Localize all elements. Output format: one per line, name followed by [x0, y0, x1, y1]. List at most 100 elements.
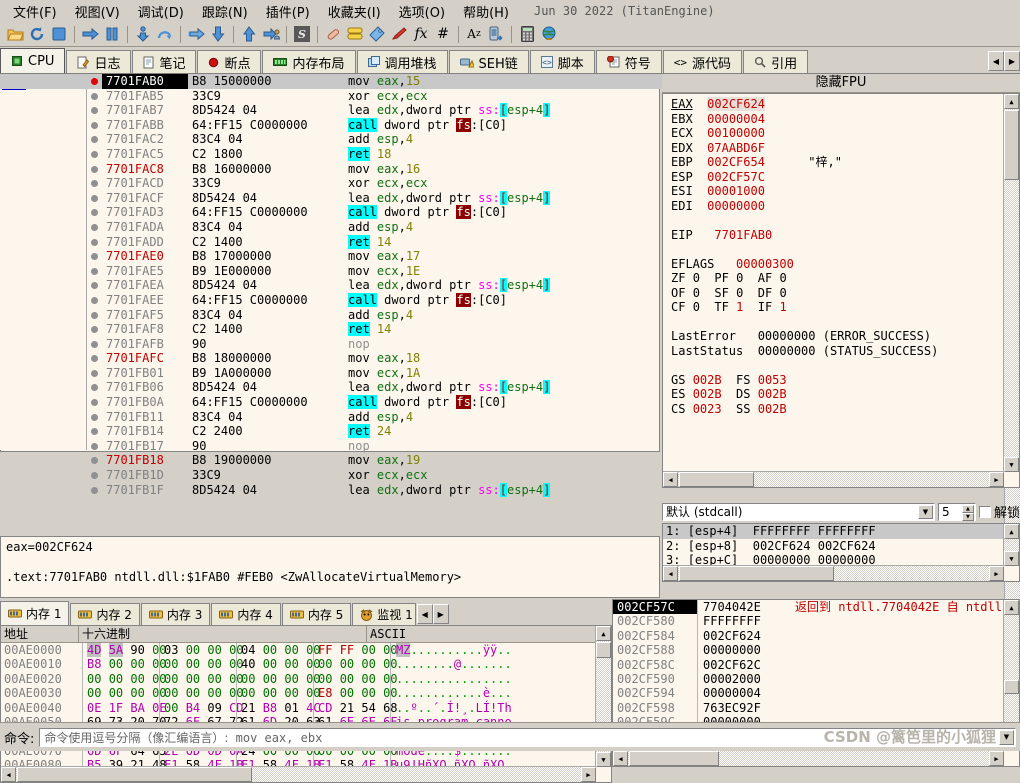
memory-byte[interactable]: 00 — [241, 686, 255, 700]
scroll-up-button[interactable]: ▲ — [1004, 600, 1019, 615]
row-instruction[interactable]: mov eax,15 — [342, 74, 1005, 89]
memory-hex-group[interactable]: 00 00 00 00 — [314, 671, 398, 687]
tab-cpu[interactable]: CPU — [0, 48, 66, 73]
memory-row-address[interactable]: 00AE0000 — [1, 643, 83, 658]
stop-icon[interactable] — [49, 24, 69, 44]
row-instruction[interactable]: mov ecx,1A — [342, 366, 1005, 381]
register-row-ebp[interactable]: EBP 002CF654 "梓," — [663, 155, 1019, 170]
memory-byte[interactable]: 00 — [130, 657, 144, 671]
row-address[interactable]: 7701FAC8 — [102, 162, 188, 177]
argument-row[interactable]: 1: [esp+4] FFFFFFFF FFFFFFFF — [663, 524, 1019, 539]
register-value[interactable]: 00000000 — [707, 199, 765, 213]
row-address[interactable]: 7701FAB7 — [102, 103, 188, 118]
row-address[interactable]: 7701FAE0 — [102, 249, 188, 264]
register-spacer[interactable] — [663, 242, 1019, 257]
memory-byte[interactable]: 54 — [361, 701, 375, 715]
disassembly-row[interactable]: 7701FAC8 B8 16000000 mov eax,16 — [0, 162, 1005, 177]
scroll-thumb[interactable] — [1004, 110, 1019, 180]
register-row-edx[interactable]: EDX 07AABD6F — [663, 141, 1019, 156]
argument-value[interactable]: FFFFFFFF — [753, 524, 811, 538]
register-value[interactable]: 07AABD6F — [707, 141, 765, 155]
stack-row[interactable]: 002CF588 00000000 — [613, 643, 1004, 658]
memory-hex-group[interactable]: FF FF 00 00 — [314, 643, 398, 658]
argument-row[interactable]: 2: [esp+8] 002CF624 002CF624 — [663, 539, 1019, 554]
register-row-eflags[interactable]: EFLAGS 00000300 — [663, 257, 1019, 272]
memory-byte[interactable]: 00 — [207, 672, 221, 686]
memory-byte[interactable]: 00 — [109, 672, 123, 686]
register-value[interactable]: 00000004 — [707, 112, 765, 126]
row-address[interactable]: 7701FB0A — [102, 395, 188, 410]
calculator-icon[interactable] — [517, 24, 537, 44]
stack-address[interactable]: 002CF584 — [613, 629, 697, 643]
disassembly-row[interactable]: 7701FAF8 C2 1400 ret 14 — [0, 322, 1005, 337]
disassembly-pane[interactable]: EIP 7701FAB0B8 15000000mov eax,157701FAB… — [0, 74, 1020, 750]
globe-icon[interactable] — [539, 24, 559, 44]
row-bytes[interactable]: B8 17000000 — [188, 249, 342, 264]
breakpoint-toggle-icon[interactable] — [86, 74, 102, 89]
argument-resolved[interactable]: FFFFFFFF — [818, 524, 876, 538]
run-to-user-code-icon[interactable] — [261, 24, 281, 44]
register-value[interactable]: 002CF57C — [707, 170, 765, 184]
row-address[interactable]: 7701FAEE — [102, 293, 188, 308]
register-spacer[interactable] — [663, 213, 1019, 228]
memory-hex-group[interactable]: 03 00 00 00 — [160, 643, 244, 658]
row-bytes[interactable]: B9 1E000000 — [188, 264, 342, 279]
execute-till-return-icon[interactable] — [239, 24, 259, 44]
row-instruction[interactable]: nop — [342, 337, 1005, 352]
memory-byte[interactable]: 00 — [284, 672, 298, 686]
row-bytes[interactable]: 33C9 — [188, 176, 342, 191]
breakpoint-toggle-icon[interactable] — [86, 205, 102, 220]
disassembly-row[interactable]: 7701FAC2 83C4 04 add esp,4 — [0, 132, 1005, 147]
memory-hex-group[interactable]: 00 00 00 00 — [160, 671, 244, 687]
memory-byte[interactable]: 40 — [241, 657, 255, 671]
memory-byte[interactable]: 00 — [263, 672, 277, 686]
breakpoint-toggle-icon[interactable] — [86, 424, 102, 439]
comment-icon[interactable] — [389, 24, 409, 44]
segment-row-2[interactable]: CS 0023 SS 002B — [663, 402, 1019, 417]
row-bytes[interactable]: 33C9 — [188, 89, 342, 104]
memory-hscrollbar[interactable]: ◀ ▶ — [1, 766, 596, 782]
breakpoint-toggle-icon[interactable] — [86, 220, 102, 235]
row-bytes[interactable]: 83C4 04 — [188, 308, 342, 323]
segment-row-1[interactable]: ES 002B DS 002B — [663, 387, 1019, 402]
memory-byte[interactable]: 00 — [361, 686, 375, 700]
memory-byte[interactable]: 00 — [318, 657, 332, 671]
row-address[interactable]: 7701FAFB — [102, 337, 188, 352]
hscroll-thumb[interactable] — [679, 566, 834, 581]
flag-value[interactable]: 0 — [693, 300, 700, 314]
memory-ascii[interactable]: ........@....... — [391, 657, 611, 671]
breakpoint-toggle-icon[interactable] — [86, 322, 102, 337]
flag-value[interactable]: 1 — [736, 300, 743, 314]
hscroll-left-button[interactable]: ◀ — [663, 566, 678, 581]
tab-symbols[interactable]: 符号 — [595, 50, 662, 73]
registers-hscrollbar[interactable]: ◀ ▶ — [663, 471, 1004, 487]
register-value[interactable]: 7701FAB0 — [714, 228, 772, 242]
unlock-checkbox[interactable] — [978, 505, 991, 518]
row-instruction[interactable]: call dword ptr fs:[C0] — [342, 117, 1005, 133]
stack-address[interactable]: 002CF580 — [613, 614, 697, 628]
row-instruction[interactable]: ret 24 — [342, 424, 1005, 439]
segment-value[interactable]: 002B — [758, 387, 787, 401]
memory-byte[interactable]: 04 — [241, 643, 255, 657]
disassembly-row[interactable]: 7701FAB5 33C9 xor ecx,ecx — [0, 89, 1005, 104]
flags-row-1[interactable]: OF 0 SF 0 DF 0 — [663, 286, 1019, 301]
memory-row-address[interactable]: 00AE0030 — [1, 686, 83, 701]
disassembly-row[interactable]: 7701FB01 B9 1A000000 mov ecx,1A — [0, 366, 1005, 381]
memory-row[interactable]: 00AE0020 00 00 00 00 00 00 00 00 00 00 00 0… — [1, 671, 611, 687]
memory-byte[interactable]: B8 — [263, 701, 277, 715]
row-address[interactable]: 7701FB17 — [102, 439, 188, 454]
row-bytes[interactable]: 8D5424 04 — [188, 278, 342, 293]
row-bytes[interactable]: B9 1A000000 — [188, 366, 342, 381]
row-instruction[interactable]: ret 14 — [342, 234, 1005, 250]
memory-tab-2[interactable]: 内存 2 — [70, 603, 140, 625]
memory-byte[interactable]: 00 — [340, 686, 354, 700]
memory-hex-group[interactable]: 00 00 00 00 — [237, 671, 321, 687]
argument-resolved[interactable]: 002CF624 — [818, 539, 876, 553]
menu-item-debug[interactable]: 调试(D) — [129, 0, 193, 23]
memory-byte[interactable]: 00 — [130, 672, 144, 686]
label-icon[interactable] — [367, 24, 387, 44]
disassembly-row[interactable]: 7701FAE0 B8 17000000 mov eax,17 — [0, 249, 1005, 264]
memory-hex-group[interactable]: 00 00 00 00 — [160, 657, 244, 672]
memory-byte[interactable]: BA — [130, 701, 144, 715]
stack-row[interactable]: 002CF584 002CF624 — [613, 628, 1004, 644]
